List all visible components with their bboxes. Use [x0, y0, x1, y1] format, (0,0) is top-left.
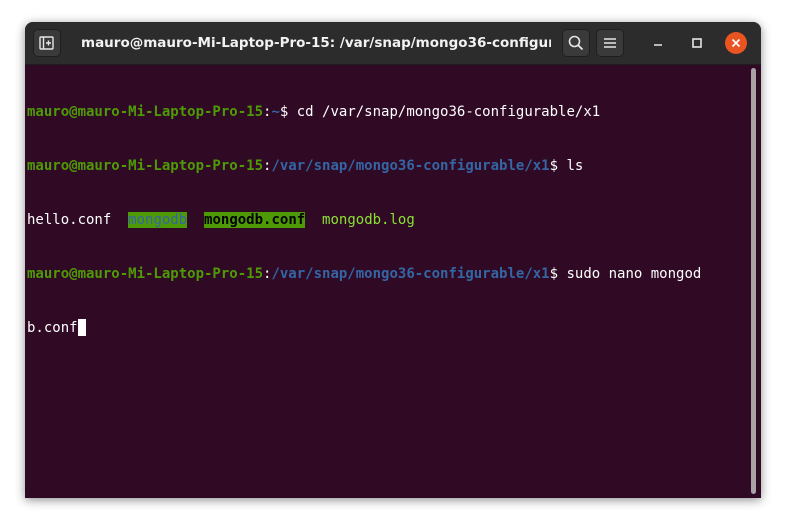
terminal-line-nano: mauro@mauro-Mi-Laptop-Pro-15:/var/snap/m…	[27, 265, 747, 283]
command-text: $ ls	[549, 158, 584, 174]
command-text-wrapped: b.conf	[27, 320, 78, 336]
ls-file-mongodb-conf: mongodb.conf	[204, 212, 306, 228]
prompt-user: mauro@mauro-Mi-Laptop-Pro-15	[27, 104, 264, 120]
window-title: mauro@mauro-Mi-Laptop-Pro-15: /var/snap/…	[81, 35, 551, 51]
title-bar: mauro@mauro-Mi-Laptop-Pro-15: /var/snap/…	[25, 22, 761, 65]
maximize-button[interactable]	[686, 32, 708, 54]
ls-file-hello-conf: hello.conf	[27, 212, 112, 228]
close-icon	[731, 38, 741, 48]
terminal-line-wrap: b.conf	[27, 319, 747, 337]
new-tab-icon	[39, 36, 54, 50]
command-text: $ cd /var/snap/mongo36-configurable/x1	[279, 104, 601, 120]
minimize-icon	[654, 44, 662, 46]
prompt-user: mauro@mauro-Mi-Laptop-Pro-15	[27, 266, 264, 282]
prompt-user: mauro@mauro-Mi-Laptop-Pro-15	[27, 158, 264, 174]
prompt-path: ~	[271, 104, 280, 120]
ls-file-mongodb-log: mongodb.log	[322, 212, 415, 228]
terminal-scrollbar[interactable]	[751, 68, 756, 494]
ls-dir-mongodb: mongodb	[128, 212, 188, 228]
hamburger-menu-icon	[604, 38, 616, 48]
new-tab-button[interactable]	[33, 29, 61, 57]
prompt-path: /var/snap/mongo36-configurable/x1	[271, 158, 550, 174]
terminal-output[interactable]: mauro@mauro-Mi-Laptop-Pro-15:~$ cd /var/…	[25, 65, 747, 498]
maximize-icon	[692, 38, 702, 48]
command-text: $ sudo nano mongod	[549, 266, 702, 282]
terminal-line-ls: mauro@mauro-Mi-Laptop-Pro-15:/var/snap/m…	[27, 157, 747, 175]
close-button[interactable]	[725, 32, 747, 54]
text-cursor	[77, 319, 86, 336]
terminal-window: mauro@mauro-Mi-Laptop-Pro-15: /var/snap/…	[25, 22, 761, 498]
search-button[interactable]	[562, 29, 590, 57]
terminal-line-cd: mauro@mauro-Mi-Laptop-Pro-15:~$ cd /var/…	[27, 103, 747, 121]
minimize-button[interactable]	[647, 32, 669, 54]
search-icon	[568, 35, 584, 51]
ls-output-line: hello.conf mongodb mongodb.conf mongodb.…	[27, 211, 747, 229]
menu-button[interactable]	[596, 29, 624, 57]
prompt-path: /var/snap/mongo36-configurable/x1	[271, 266, 550, 282]
